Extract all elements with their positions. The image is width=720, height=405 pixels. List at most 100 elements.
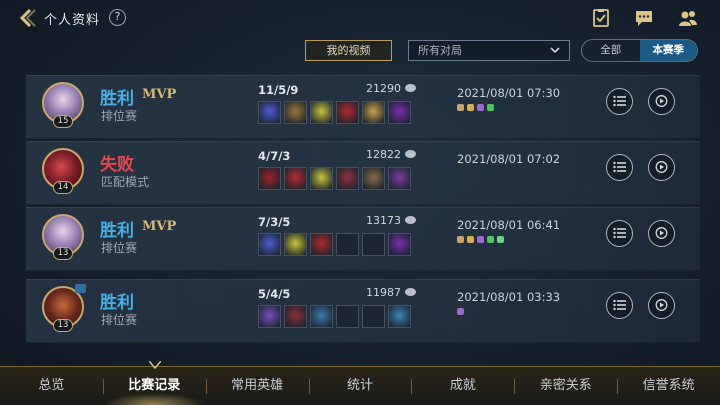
item-icon — [310, 233, 333, 256]
gold-coin-icon — [405, 288, 416, 296]
gold-earned: 11987 — [366, 286, 401, 299]
player-level-badge: 15 — [53, 115, 73, 128]
play-icon — [655, 299, 668, 311]
item-icon — [362, 167, 385, 190]
item-icon — [388, 167, 411, 190]
item-slots — [258, 233, 411, 256]
item-icon — [362, 101, 385, 124]
tab-achievements[interactable]: 成就 — [411, 367, 514, 405]
item-icon — [310, 305, 333, 328]
replay-button[interactable] — [648, 292, 675, 319]
match-result: 胜利 — [100, 89, 134, 109]
gold-coin-icon — [405, 84, 416, 92]
friends-icon[interactable] — [678, 9, 698, 27]
item-icon — [388, 101, 411, 124]
match-mode: 排位赛 — [101, 109, 138, 123]
item-icon — [284, 305, 307, 328]
chat-icon[interactable] — [634, 9, 654, 27]
match-filter-value: 所有对局 — [418, 44, 462, 57]
rune-icon — [467, 236, 474, 243]
mvp-badge: MVP — [142, 87, 177, 102]
match-datetime: 2021/08/01 07:02 — [457, 152, 561, 166]
help-icon[interactable]: ? — [109, 9, 126, 26]
tab-relationships[interactable]: 亲密关系 — [514, 367, 617, 405]
replay-button[interactable] — [648, 88, 675, 115]
match-result: 失败 — [100, 155, 134, 175]
gold-earned: 21290 — [366, 82, 401, 95]
back-arrow-icon[interactable] — [16, 7, 38, 29]
list-icon — [613, 227, 626, 239]
replay-button[interactable] — [648, 220, 675, 247]
item-icon — [258, 233, 281, 256]
match-datetime: 2021/08/01 07:30 — [457, 86, 561, 100]
match-details-button[interactable] — [606, 220, 633, 247]
empty-item-slot — [362, 233, 385, 256]
top-bar: 个人资料 ? — [0, 0, 720, 36]
party-icon — [75, 284, 86, 293]
match-details-button[interactable] — [606, 292, 633, 319]
item-icon — [336, 101, 359, 124]
player-level-badge: 14 — [53, 181, 73, 194]
tab-frequent-heroes[interactable]: 常用英雄 — [205, 367, 309, 405]
item-icon — [284, 233, 307, 256]
match-filter-select[interactable]: 所有对局 — [408, 40, 570, 61]
my-videos-button[interactable]: 我的视频 — [305, 40, 392, 61]
list-icon — [613, 95, 626, 107]
tab-overview[interactable]: 总览 — [0, 367, 103, 405]
list-icon — [613, 161, 626, 173]
play-icon — [655, 161, 668, 173]
match-row[interactable]: 14 失败 匹配模式 4/7/3 12822 2021/08/01 07:02 — [26, 141, 700, 205]
rune-icons — [457, 236, 504, 243]
item-icon — [284, 101, 307, 124]
chevron-down-icon — [550, 47, 560, 54]
gold-coin-icon — [405, 216, 416, 224]
season-toggle: 全部 本赛季 — [581, 39, 698, 62]
match-result: 胜利 — [100, 293, 134, 313]
kda-score: 7/3/5 — [258, 215, 291, 229]
replay-button[interactable] — [648, 154, 675, 181]
toggle-all[interactable]: 全部 — [582, 40, 640, 61]
kda-score: 4/7/3 — [258, 149, 291, 163]
empty-item-slot — [336, 233, 359, 256]
item-icon — [388, 233, 411, 256]
match-mode: 排位赛 — [101, 241, 138, 255]
rune-icons — [457, 104, 494, 111]
player-level-badge: 13 — [53, 319, 73, 332]
rune-icon — [457, 236, 464, 243]
tab-honor-system[interactable]: 信誉系统 — [617, 367, 720, 405]
gold-earned: 13173 — [366, 214, 401, 227]
item-icon — [336, 167, 359, 190]
item-icon — [310, 101, 333, 124]
gold-coin-icon — [405, 150, 416, 158]
match-row[interactable]: 13 胜利 MVP 排位赛 7/3/5 13173 2021/08/01 06:… — [26, 207, 700, 271]
kda-score: 5/4/5 — [258, 287, 291, 301]
rune-icon — [467, 104, 474, 111]
item-icon — [258, 305, 281, 328]
match-result: 胜利 — [100, 221, 134, 241]
kda-score: 11/5/9 — [258, 83, 299, 97]
mvp-badge: MVP — [142, 219, 177, 234]
rune-icon — [487, 236, 494, 243]
match-mode: 匹配模式 — [101, 175, 150, 189]
rune-icon — [457, 104, 464, 111]
task-clipboard-icon[interactable] — [591, 9, 611, 27]
item-icon — [258, 101, 281, 124]
item-icon — [284, 167, 307, 190]
toggle-this-season[interactable]: 本赛季 — [639, 40, 697, 61]
item-slots — [258, 101, 411, 124]
item-icon — [258, 167, 281, 190]
match-row[interactable]: 13 胜利 排位赛 5/4/5 11987 2021/08/01 03:33 — [26, 279, 700, 343]
rune-icon — [477, 236, 484, 243]
list-icon — [613, 299, 626, 311]
tab-stats[interactable]: 统计 — [308, 367, 412, 405]
play-icon — [655, 227, 668, 239]
match-datetime: 2021/08/01 03:33 — [457, 290, 561, 304]
item-slots — [258, 167, 411, 190]
active-tab-glow — [104, 393, 204, 405]
rune-icon — [497, 236, 504, 243]
match-details-button[interactable] — [606, 88, 633, 115]
match-details-button[interactable] — [606, 154, 633, 181]
match-row[interactable]: 15 胜利 MVP 排位赛 11/5/9 21290 2021/08/01 07… — [26, 75, 700, 139]
match-datetime: 2021/08/01 06:41 — [457, 218, 561, 232]
active-tab-indicator-icon — [149, 361, 161, 369]
